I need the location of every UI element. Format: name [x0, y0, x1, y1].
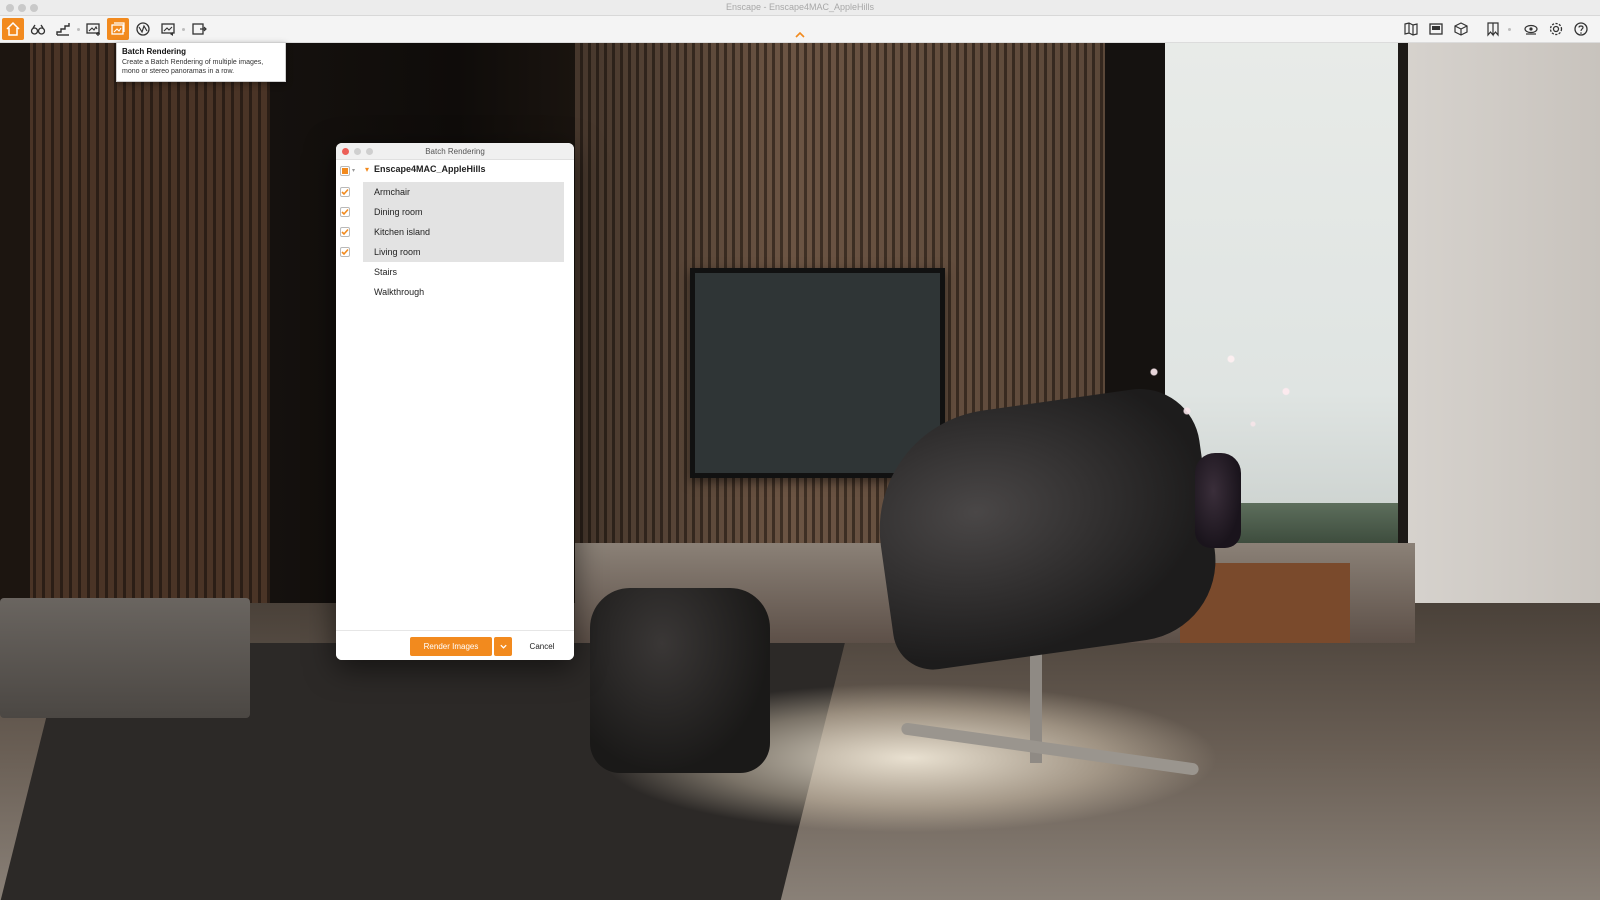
window-title: Enscape - Enscape4MAC_AppleHills	[725, 2, 875, 12]
window-title-bar: Enscape - Enscape4MAC_AppleHills	[0, 0, 1600, 16]
batch-rendering-icon	[111, 22, 125, 35]
view-item-kitchen-island[interactable]: Kitchen island	[336, 222, 574, 242]
render-360-button[interactable]	[132, 18, 154, 40]
screenshot-icon	[86, 23, 100, 36]
material-editor-icon	[1454, 22, 1468, 36]
walk-mode-button[interactable]	[52, 18, 74, 40]
view-item-armchair[interactable]: Armchair	[336, 182, 574, 202]
tooltip-title: Batch Rendering	[122, 47, 187, 56]
view-checkbox[interactable]	[340, 227, 350, 237]
view-checkbox[interactable]	[340, 247, 350, 257]
settings-icon	[1549, 22, 1563, 36]
chevron-up-icon[interactable]	[793, 30, 807, 40]
batch-rendering-button[interactable]	[107, 18, 129, 40]
cancel-button[interactable]: Cancel	[520, 637, 564, 656]
checkmark-icon	[341, 208, 349, 216]
home-icon	[6, 21, 20, 36]
view-label: Stairs	[374, 267, 398, 277]
asset-library-button[interactable]	[1425, 18, 1447, 40]
scene-vase	[1195, 453, 1241, 548]
view-label: Living room	[374, 247, 421, 257]
binoculars-icon	[30, 24, 46, 35]
view-label: Kitchen island	[374, 227, 431, 237]
view-checkbox[interactable]	[340, 207, 350, 217]
tree-root[interactable]: ▾ ▾ Enscape4MAC_AppleHills	[336, 160, 574, 182]
scene-sofa	[0, 598, 250, 718]
render-360-icon	[136, 22, 150, 36]
scene-window-post	[1398, 43, 1408, 603]
partial-check-icon	[342, 168, 348, 174]
view-label: Armchair	[374, 187, 411, 197]
project-label: Enscape4MAC_AppleHills	[374, 164, 486, 174]
stairs-icon	[56, 23, 70, 36]
scene-ottoman	[590, 588, 770, 773]
map-button[interactable]	[1400, 18, 1422, 40]
toolbar-separator	[77, 28, 80, 31]
view-checkbox[interactable]	[340, 187, 350, 197]
batch-rendering-dialog: Batch Rendering ▾ ▾ Enscape4MAC_AppleHil…	[336, 143, 574, 660]
render-images-button[interactable]: Render Images	[410, 637, 492, 656]
asset-library-icon	[1429, 23, 1443, 35]
checkmark-icon	[341, 228, 349, 236]
dialog-footer: Render Images Cancel	[336, 630, 574, 660]
video-editor-icon	[161, 23, 175, 36]
view-item-living-room[interactable]: Living room	[336, 242, 574, 262]
chevron-down-icon	[499, 644, 507, 649]
visual-settings-button[interactable]	[1520, 18, 1542, 40]
checkmark-icon	[341, 248, 349, 256]
settings-button[interactable]	[1545, 18, 1567, 40]
tooltip-description: Create a Batch Rendering of multiple ima…	[122, 59, 264, 75]
map-icon	[1404, 22, 1418, 36]
toolbar-separator	[1508, 28, 1511, 31]
expand-arrow-icon[interactable]: ▾	[365, 165, 369, 174]
export-button[interactable]	[188, 18, 210, 40]
chevron-down-icon[interactable]: ▾	[352, 167, 355, 174]
toolbar-separator	[182, 28, 185, 31]
screenshot-button[interactable]	[82, 18, 104, 40]
scene-shadow	[0, 43, 30, 603]
view-item-dining-room[interactable]: Dining room	[336, 202, 574, 222]
view-item-stairs[interactable]: Stairs	[336, 262, 574, 282]
visual-settings-icon	[1524, 24, 1538, 35]
dialog-close-button[interactable]	[342, 148, 349, 155]
video-editor-button[interactable]	[157, 18, 179, 40]
render-options-dropdown[interactable]	[494, 637, 512, 656]
scene-tv	[690, 268, 945, 478]
scene-blossom	[1110, 333, 1330, 463]
scene-wall-right	[1408, 43, 1600, 683]
bookmark-icon	[1487, 22, 1499, 37]
scene-wall-left	[0, 43, 280, 603]
batch-rendering-tooltip: Batch Rendering Create a Batch Rendering…	[116, 42, 286, 82]
dialog-title-bar: Batch Rendering	[336, 143, 574, 160]
checkmark-icon	[341, 188, 349, 196]
material-editor-button[interactable]	[1450, 18, 1472, 40]
bookmark-button[interactable]	[1482, 18, 1504, 40]
root-checkbox[interactable]	[340, 166, 350, 176]
view-label: Dining room	[374, 207, 423, 217]
render-viewport[interactable]	[0, 43, 1600, 900]
binoculars-button[interactable]	[27, 18, 49, 40]
help-button[interactable]	[1570, 18, 1592, 40]
view-label: Walkthrough	[374, 287, 425, 297]
help-icon	[1574, 22, 1588, 36]
dialog-minimize-button[interactable]	[354, 148, 361, 155]
home-button[interactable]	[2, 18, 24, 40]
view-item-walkthrough[interactable]: Walkthrough	[336, 282, 574, 302]
export-icon	[192, 23, 207, 35]
dialog-zoom-button[interactable]	[366, 148, 373, 155]
